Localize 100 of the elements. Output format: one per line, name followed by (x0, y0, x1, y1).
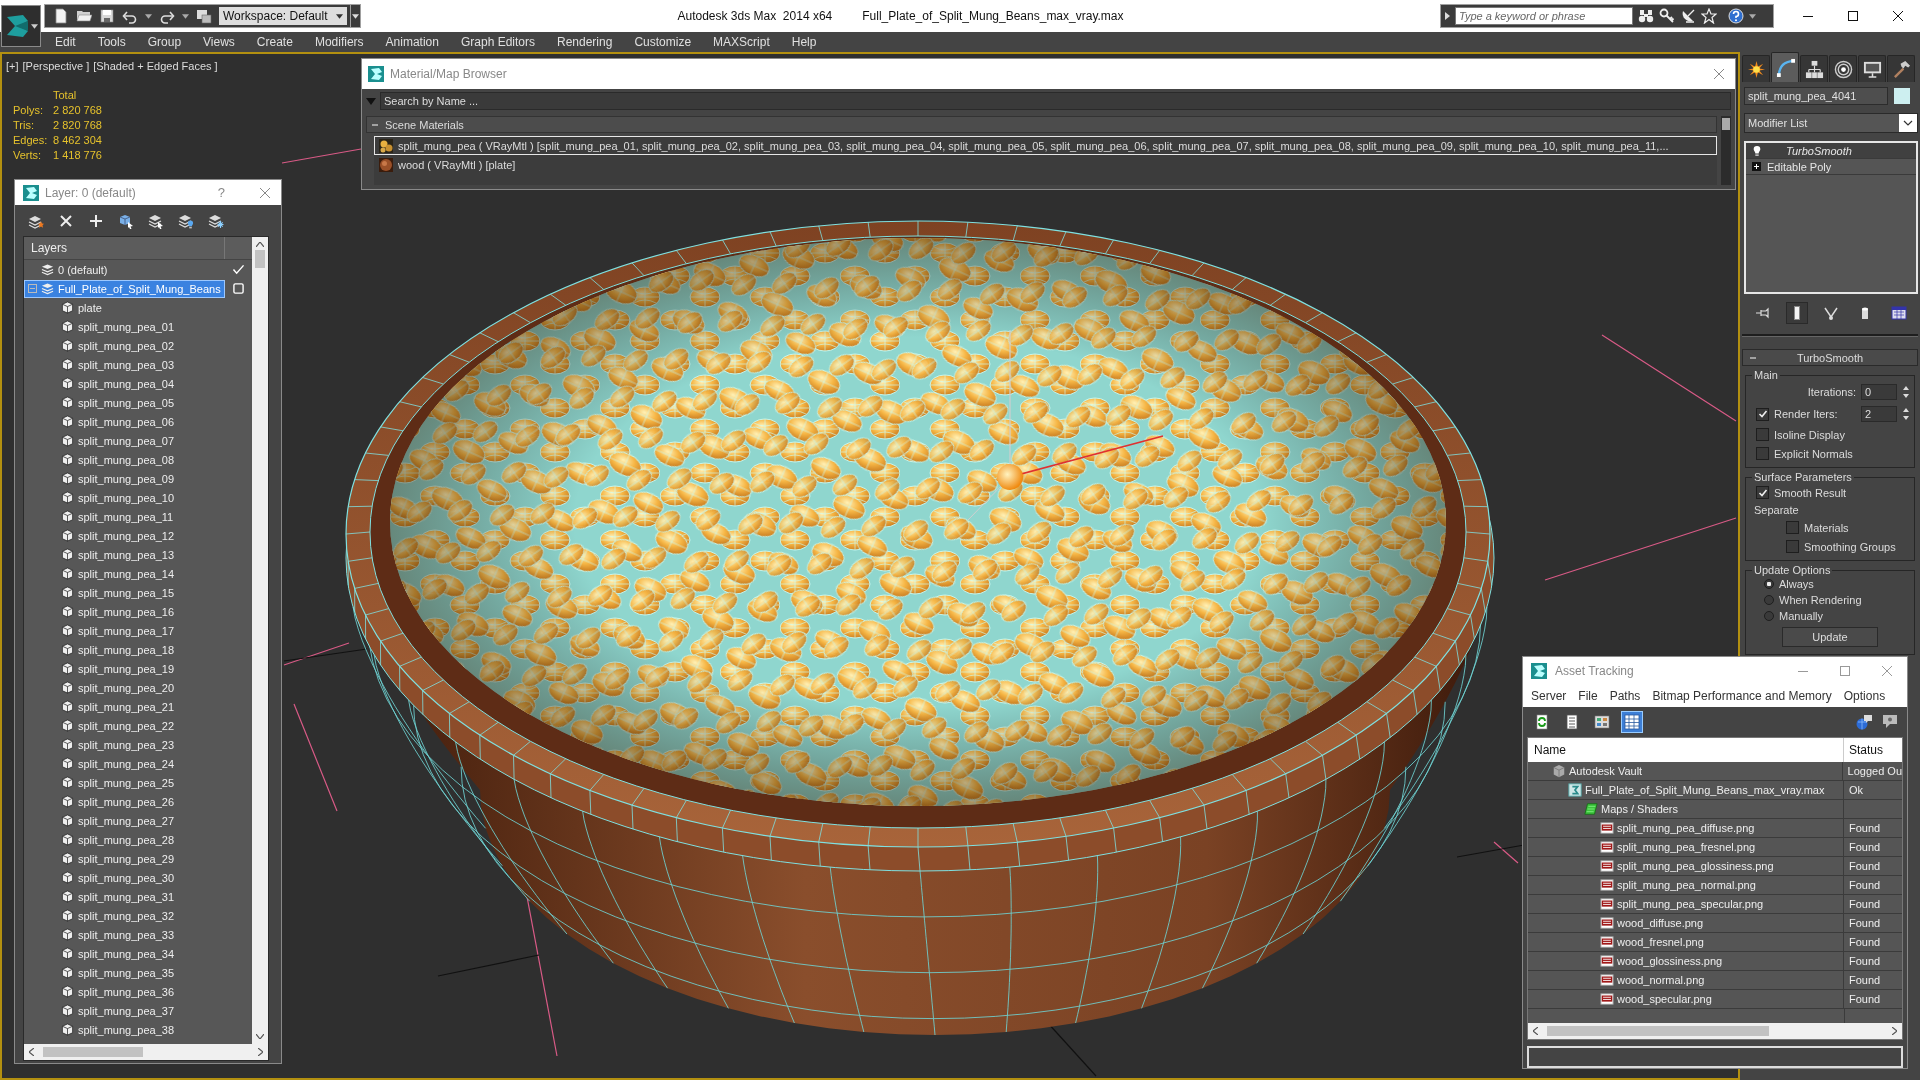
menu-item[interactable]: Create (256, 35, 293, 49)
satellite-dish-icon[interactable] (1680, 8, 1696, 24)
asset-row[interactable]: wood_specular.png Found (1528, 990, 1902, 1009)
new-file-icon[interactable] (53, 8, 69, 24)
command-panel-tab[interactable] (1771, 52, 1799, 82)
save-icon[interactable] (99, 8, 115, 24)
bulb-icon[interactable] (1752, 144, 1762, 157)
layer-tree-item[interactable]: split_mung_pea_37 (24, 1001, 225, 1020)
column-header[interactable]: Status (1844, 738, 1902, 762)
rollout-header[interactable]: TurboSmooth (1742, 349, 1918, 366)
layer-tree-item[interactable]: split_mung_pea_34 (24, 944, 225, 963)
checkmark-icon[interactable] (232, 264, 245, 275)
asset-row[interactable]: wood_diffuse.png Found (1528, 914, 1902, 933)
globe-bubble-icon[interactable] (1855, 713, 1873, 731)
viewport-menu-label[interactable]: [+] (6, 60, 19, 72)
layer-tree-item[interactable]: split_mung_pea_06 (24, 412, 225, 431)
radio-button[interactable] (1764, 611, 1774, 621)
layer-tree-item[interactable]: split_mung_pea_02 (24, 336, 225, 355)
maximize-icon[interactable] (1847, 10, 1859, 22)
layer-tree-item[interactable]: split_mung_pea_15 (24, 583, 225, 602)
radio-button[interactable] (1764, 595, 1774, 605)
layer-tree-item[interactable]: split_mung_pea_05 (24, 393, 225, 412)
layer-tree-item[interactable]: split_mung_pea_22 (24, 716, 225, 735)
radio-button[interactable] (1764, 579, 1774, 589)
layer-tree-item[interactable]: split_mung_pea_03 (24, 355, 225, 374)
checkbox[interactable] (1756, 407, 1769, 421)
scroll-thumb[interactable] (255, 250, 265, 268)
menu-item[interactable]: MAXScript (713, 35, 770, 49)
spinner-arrows-icon[interactable] (1902, 406, 1910, 422)
layers-bulb-icon[interactable] (178, 212, 194, 229)
command-panel-tab[interactable] (1829, 55, 1857, 82)
layers-cursor-icon[interactable] (148, 212, 164, 229)
menu-item[interactable]: Rendering (557, 35, 613, 49)
asset-row[interactable]: wood_glossiness.png Found (1528, 952, 1902, 971)
toolbar-options-button[interactable] (351, 4, 361, 28)
layer-tree-item[interactable]: split_mung_pea_30 (24, 868, 225, 887)
object-name-field[interactable]: split_mung_pea_4041 (1744, 87, 1888, 105)
menu-item[interactable]: Edit (55, 35, 76, 49)
checkbox[interactable] (1786, 540, 1799, 553)
square-icon[interactable] (233, 283, 244, 294)
caret-icon[interactable] (182, 13, 189, 19)
asset-row[interactable]: wood_fresnel.png Found (1528, 933, 1902, 952)
menu-item[interactable]: Group (147, 35, 182, 49)
layer-tree-item[interactable]: split_mung_pea_21 (24, 697, 225, 716)
asset-row[interactable]: wood_normal.png Found (1528, 971, 1902, 990)
spinner-field[interactable]: 2 (1861, 406, 1897, 422)
vertical-scrollbar[interactable] (1721, 116, 1731, 185)
path-field[interactable] (1527, 1046, 1903, 1068)
command-panel-tab[interactable] (1742, 55, 1770, 82)
layer-tree-item[interactable]: split_mung_pea_28 (24, 830, 225, 849)
caret-icon[interactable] (1749, 13, 1756, 19)
layer-tree-item[interactable]: split_mung_pea_31 (24, 887, 225, 906)
update-button[interactable]: Update (1782, 627, 1878, 647)
menu-item[interactable]: Tools (97, 35, 126, 49)
spinner-field[interactable]: 0 (1861, 384, 1897, 400)
column-header[interactable]: Name (1528, 738, 1844, 762)
spinner-arrows-icon[interactable] (1902, 384, 1910, 400)
expand-icon[interactable] (1752, 162, 1761, 171)
plus-icon[interactable] (88, 212, 104, 229)
menu-item[interactable]: Graph Editors (460, 35, 535, 49)
menu-item[interactable]: Animation (385, 35, 439, 49)
asset-row[interactable]: Full_Plate_of_Split_Mung_Beans_max_vray.max Ok (1528, 781, 1902, 800)
layer-tree-item[interactable]: split_mung_pea_11 (24, 507, 225, 526)
horizontal-scrollbar[interactable] (1528, 1023, 1902, 1040)
layer-tree-item[interactable]: split_mung_pea_26 (24, 792, 225, 811)
help-icon[interactable] (1728, 8, 1744, 24)
material-item[interactable]: split_mung_pea ( VRayMtl ) [split_mung_pea_01, split_mung_pea_02, split_mung_pea_03, split_mung_pea_04, split_mung_pea_05, split_mung_pea_06, split_mung_pea_07, split_mung_pea_08, split_mung_pea_09, split_mung_pea_10, split_mung_pea_11,... (374, 136, 1717, 155)
open-folder-icon[interactable] (76, 8, 92, 24)
material-item[interactable]: wood ( VRayMtl ) [plate] (374, 155, 1717, 174)
layer-tree-item[interactable]: split_mung_pea_38 (24, 1020, 225, 1039)
layer-tree-item[interactable]: split_mung_pea_07 (24, 431, 225, 450)
layer-tree-item[interactable]: split_mung_pea_27 (24, 811, 225, 830)
stack-item[interactable]: TurboSmooth (1746, 143, 1916, 159)
asset-row[interactable]: split_mung_pea_glossiness.png Found (1528, 857, 1902, 876)
layer-tree-item[interactable]: split_mung_pea_10 (24, 488, 225, 507)
layer-tree-item[interactable]: split_mung_pea_20 (24, 678, 225, 697)
menu-item[interactable]: Server (1531, 689, 1567, 703)
viewport-menu-label[interactable]: [Perspective ] (22, 60, 90, 72)
application-button[interactable] (1, 5, 41, 47)
layer-tree-item[interactable]: split_mung_pea_23 (24, 735, 225, 754)
scroll-thumb[interactable] (1722, 118, 1730, 130)
stack-item[interactable]: Editable Poly (1746, 159, 1916, 175)
menu-item[interactable]: Help (791, 35, 817, 49)
layer-tree-item[interactable]: split_mung_pea_18 (24, 640, 225, 659)
delete-icon[interactable] (58, 212, 74, 229)
speech-bubble-icon[interactable] (1881, 713, 1899, 731)
layer-tree-item[interactable]: split_mung_pea_19 (24, 659, 225, 678)
checkbox[interactable] (1756, 428, 1769, 441)
layer-tree-item[interactable]: split_mung_pea_08 (24, 450, 225, 469)
modifier-list-dropdown[interactable]: Modifier List (1744, 113, 1918, 133)
layer-tree-item[interactable]: split_mung_pea_25 (24, 773, 225, 792)
command-panel-tab[interactable] (1800, 55, 1828, 82)
command-panel-tab[interactable] (1887, 55, 1915, 82)
layer-tree-item[interactable]: split_mung_pea_13 (24, 545, 225, 564)
star-icon[interactable] (1701, 8, 1717, 24)
group-header[interactable]: Scene Materials (366, 116, 1717, 133)
menu-item[interactable]: Customize (634, 35, 692, 49)
workspace-dropdown[interactable]: Workspace: Default (219, 7, 347, 25)
checkbox[interactable] (1786, 521, 1799, 534)
command-panel-tab[interactable] (1858, 55, 1886, 82)
